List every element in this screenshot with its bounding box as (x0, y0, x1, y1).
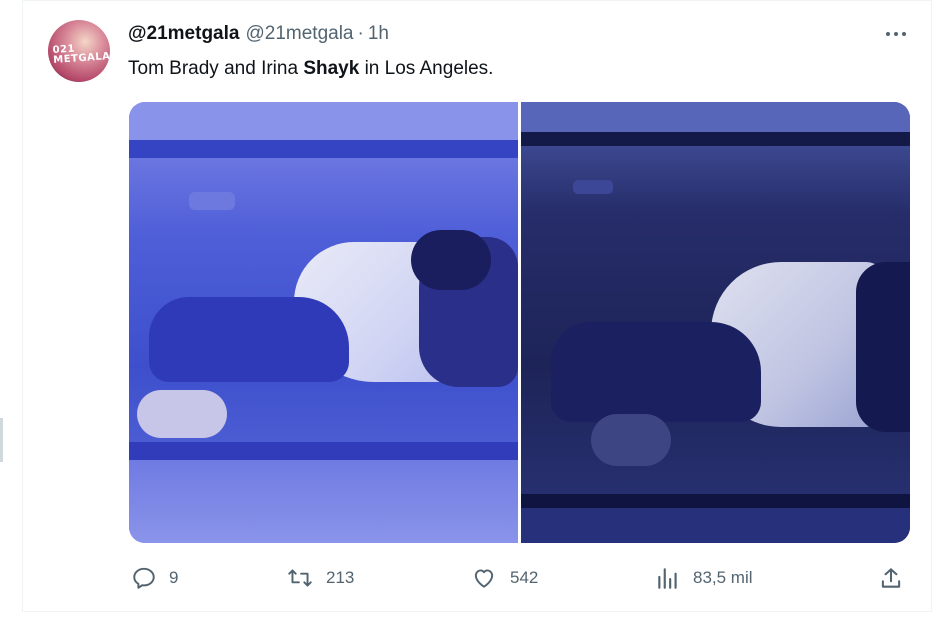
car-roof (521, 102, 910, 134)
tweet-text: Tom Brady and Irina Shayk in Los Angeles… (128, 58, 493, 80)
card-border-right (931, 0, 932, 612)
rearview-mirror (189, 192, 235, 210)
card-border-bottom (22, 611, 932, 612)
rearview-mirror (573, 180, 613, 194)
views-chart-icon (655, 565, 681, 591)
headrest (551, 322, 761, 422)
card-border-top (22, 0, 932, 1)
share-button[interactable] (878, 562, 904, 594)
views-button[interactable]: 83,5 mil (655, 562, 753, 594)
view-count: 83,5 mil (693, 568, 753, 587)
retweet-icon (286, 565, 314, 591)
reply-count: 9 (169, 568, 179, 587)
person-head (856, 262, 910, 432)
reply-button[interactable]: 9 (131, 562, 178, 594)
car-roof (129, 102, 518, 142)
photo-right[interactable] (521, 102, 910, 543)
avatar[interactable]: 021 METGALA (48, 20, 110, 82)
headrest (149, 297, 349, 382)
reply-icon (131, 565, 157, 591)
user-handle[interactable]: @21metgala (245, 23, 353, 45)
more-horizontal-icon[interactable] (880, 24, 912, 44)
tweet-text-end: in Los Angeles. (359, 58, 494, 79)
photo-left[interactable] (129, 102, 518, 543)
windshield-top-band (129, 140, 518, 158)
hand (591, 414, 671, 466)
tweet-header: @21metgala @21metgala · 1h (128, 22, 389, 46)
hair (411, 230, 491, 290)
retweet-button[interactable]: 213 (286, 562, 354, 594)
windshield-top-band (521, 132, 910, 146)
media-grid (129, 102, 910, 543)
hand (137, 390, 227, 438)
display-name[interactable]: @21metgala (128, 23, 239, 45)
car-body (129, 460, 518, 543)
action-bar: 9 213 542 83,5 mil (0, 562, 951, 594)
tweet-text-start: Tom Brady and Irina (128, 58, 304, 79)
card-border-left (22, 0, 23, 612)
heart-icon (470, 565, 498, 591)
car-door (129, 442, 518, 460)
car-body (521, 508, 910, 543)
timestamp[interactable]: 1h (368, 23, 389, 45)
separator-dot: · (357, 23, 364, 44)
retweet-count: 213 (326, 568, 355, 587)
car-door (521, 494, 910, 508)
share-icon (878, 565, 904, 591)
avatar-logo-text: 021 METGALA (52, 43, 110, 66)
like-count: 542 (510, 568, 539, 587)
tweet-text-bold: Shayk (303, 58, 360, 79)
left-edge-marker (0, 418, 3, 462)
like-button[interactable]: 542 (470, 562, 538, 594)
